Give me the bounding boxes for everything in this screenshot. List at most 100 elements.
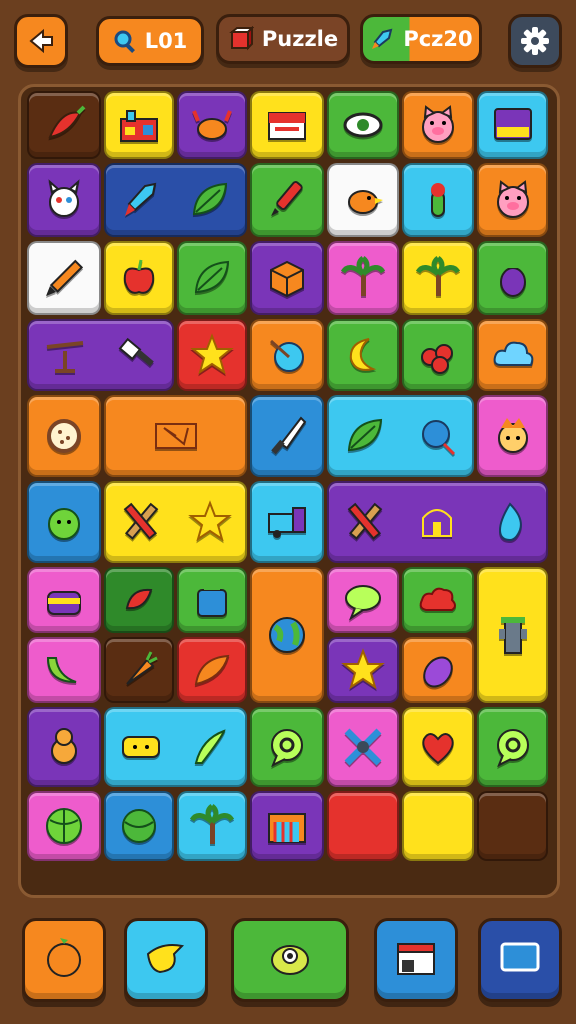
screen-icon — [491, 103, 535, 147]
tile-eggplant[interactable] — [477, 241, 548, 315]
score-indicator: Pcz20 — [360, 14, 482, 64]
tile-pepper[interactable] — [27, 91, 101, 159]
tile-leaf-balloon[interactable] — [327, 395, 474, 477]
tile-plum[interactable] — [402, 637, 474, 703]
leaf-icon — [188, 178, 232, 222]
tile-propeller[interactable] — [327, 707, 399, 787]
tile-pencil[interactable] — [27, 241, 101, 315]
bird-icon — [142, 934, 190, 986]
explosion-icon — [154, 414, 198, 458]
banana-icon — [42, 648, 86, 692]
powerup-orange-fruit[interactable] — [22, 918, 106, 1002]
heart-icon — [416, 725, 460, 769]
tile-cookie[interactable] — [27, 395, 101, 477]
bear-icon — [42, 725, 86, 769]
truck-icon — [265, 500, 309, 544]
tile-box[interactable] — [250, 241, 324, 315]
pencil-icon — [42, 256, 86, 300]
tools-icon — [343, 500, 387, 544]
tile-ball[interactable] — [104, 791, 174, 861]
tile-berries[interactable] — [402, 319, 474, 391]
tile-palm-yellow[interactable] — [402, 241, 474, 315]
tile-gate[interactable] — [250, 791, 324, 861]
tile-cabbage[interactable] — [27, 791, 101, 861]
tile-plant[interactable] — [402, 163, 474, 237]
tile-chat[interactable] — [250, 707, 324, 787]
tile-pig[interactable] — [402, 91, 474, 159]
tile-star-dark[interactable] — [327, 637, 399, 703]
tile-apple[interactable] — [104, 241, 174, 315]
top-bar: L01 Puzzle Pcz20 — [0, 0, 576, 84]
magnifier-icon — [113, 29, 137, 53]
star-icon — [190, 333, 234, 377]
tile-knife[interactable] — [250, 395, 324, 477]
shop-icon — [392, 934, 440, 986]
tile-screen[interactable] — [477, 91, 548, 159]
tile-leaf[interactable] — [177, 241, 247, 315]
tile-palm-pink[interactable] — [327, 241, 399, 315]
knife-icon — [265, 414, 309, 458]
tile-windmill-brush[interactable] — [27, 319, 174, 391]
tile-bird[interactable] — [327, 163, 399, 237]
tile-crab[interactable] — [177, 91, 247, 159]
tile-tools-temple-flame[interactable] — [327, 481, 548, 563]
powerup-bar — [0, 900, 576, 1024]
tile-feather[interactable] — [177, 637, 247, 703]
windmill-icon — [43, 333, 87, 377]
mode-indicator[interactable]: Puzzle — [216, 14, 350, 64]
ball-icon — [117, 804, 161, 848]
tile-empty-red[interactable] — [327, 791, 399, 861]
tile-moon[interactable] — [327, 319, 399, 391]
flag-icon — [265, 103, 309, 147]
tile-bear[interactable] — [27, 707, 101, 787]
tile-chili[interactable] — [104, 567, 174, 633]
powerup-monster[interactable] — [231, 918, 349, 1002]
tile-red-cloud[interactable] — [402, 567, 474, 633]
tile-truck[interactable] — [250, 481, 324, 563]
tile-heart[interactable] — [402, 707, 474, 787]
settings-button[interactable] — [508, 14, 562, 68]
tile-monkey[interactable] — [477, 395, 548, 477]
feather-icon — [190, 648, 234, 692]
tile-cake[interactable] — [27, 567, 101, 633]
tile-jar[interactable] — [177, 567, 247, 633]
tile-empty-yellow[interactable] — [402, 791, 474, 861]
tools-icon — [119, 500, 163, 544]
tile-carrot[interactable] — [104, 637, 174, 703]
tile-bubble[interactable] — [327, 567, 399, 633]
tile-pig-face[interactable] — [477, 163, 548, 237]
plum-icon — [416, 648, 460, 692]
tile-rocket-leaf[interactable] — [104, 163, 247, 237]
tile-tools-star[interactable] — [104, 481, 247, 563]
tile-star[interactable] — [177, 319, 247, 391]
eggplant-icon — [491, 256, 535, 300]
apple-icon — [117, 256, 161, 300]
leaf-icon — [190, 256, 234, 300]
back-button[interactable] — [14, 14, 68, 68]
powerup-shop[interactable] — [374, 918, 458, 1002]
tile-eye[interactable] — [327, 91, 399, 159]
tile-sponge-cucumber[interactable] — [104, 707, 247, 787]
tile-tower[interactable] — [477, 567, 548, 703]
tile-cat[interactable] — [27, 163, 101, 237]
cookie-icon — [42, 414, 86, 458]
tile-empty-brown[interactable] — [477, 791, 548, 861]
tile-slime[interactable] — [27, 481, 101, 563]
powerup-screen[interactable] — [478, 918, 562, 1002]
tile-flag[interactable] — [250, 91, 324, 159]
powerup-bird[interactable] — [124, 918, 208, 1002]
tile-globe[interactable] — [250, 319, 324, 391]
tile-chat-green[interactable] — [477, 707, 548, 787]
tile-cloud[interactable] — [477, 319, 548, 391]
palm-icon — [190, 804, 234, 848]
star-icon — [341, 648, 385, 692]
cloud-icon — [491, 333, 535, 377]
tile-pen[interactable] — [250, 163, 324, 237]
tile-palm-cyan[interactable] — [177, 791, 247, 861]
tile-earth[interactable] — [250, 567, 324, 703]
tile-factory[interactable] — [104, 91, 174, 159]
tile-banana[interactable] — [27, 637, 101, 703]
bubble-icon — [341, 578, 385, 622]
carrot-icon — [117, 648, 161, 692]
tile-explosion[interactable] — [104, 395, 247, 477]
